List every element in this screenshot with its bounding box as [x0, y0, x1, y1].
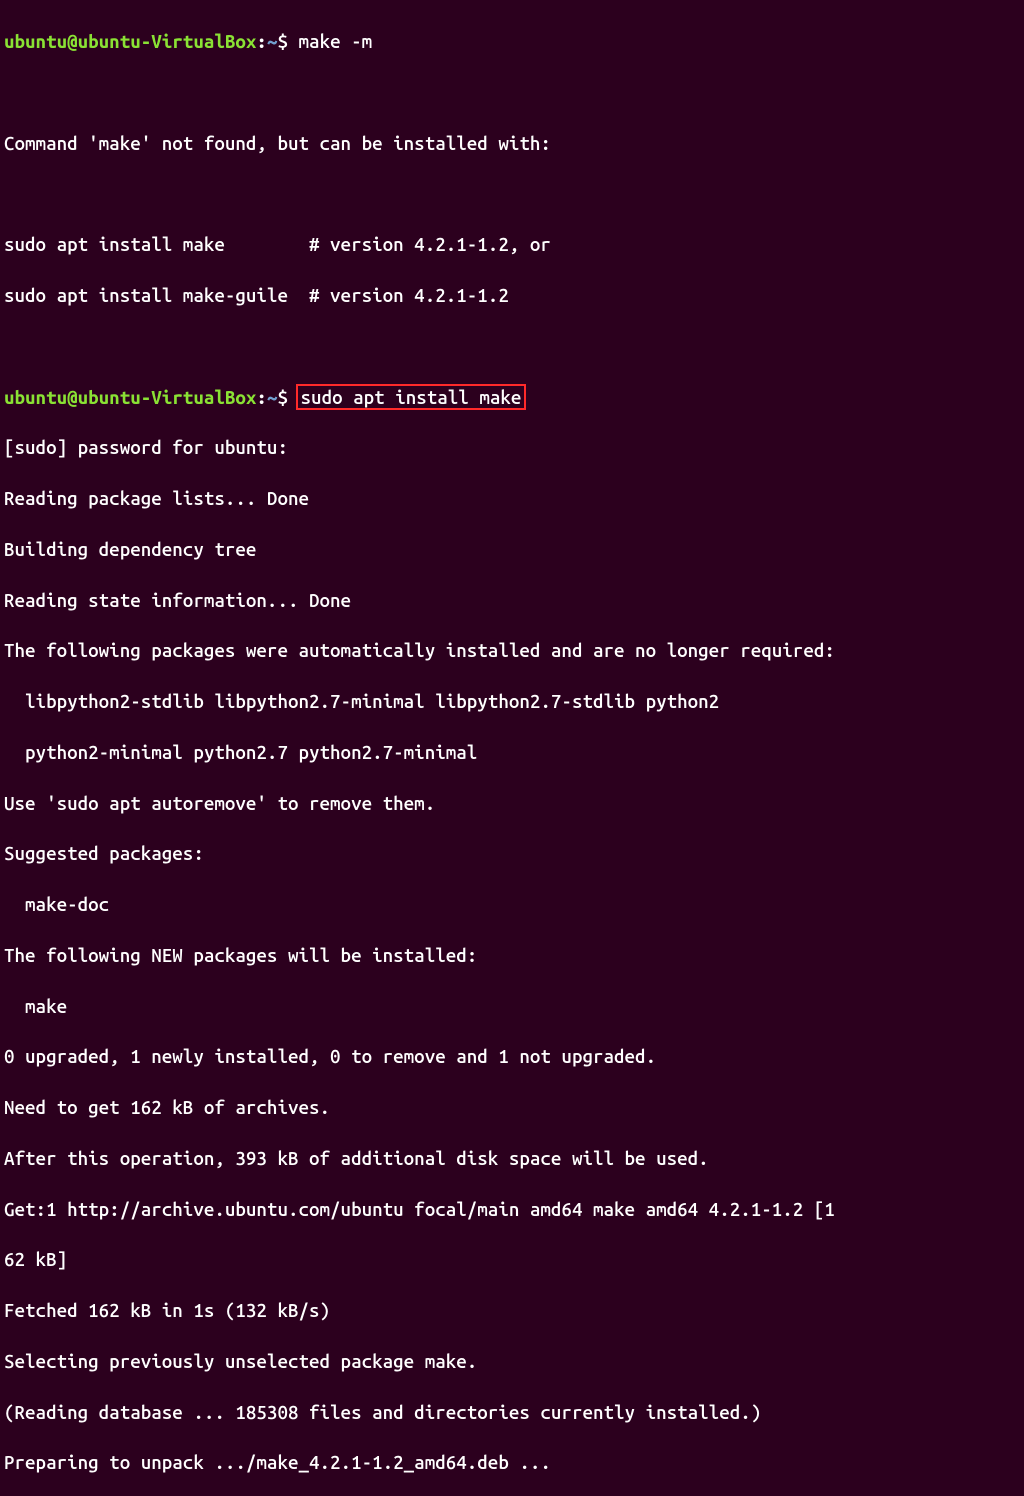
blank-line: [4, 80, 1020, 105]
output-line: make: [4, 994, 1020, 1019]
prompt-path: ~: [267, 386, 278, 408]
output-line: Use 'sudo apt autoremove' to remove them…: [4, 791, 1020, 816]
prompt-colon: :: [256, 30, 267, 52]
output-line: Command 'make' not found, but can be ins…: [4, 131, 1020, 156]
output-line: [sudo] password for ubuntu:: [4, 435, 1020, 460]
blank-line: [4, 182, 1020, 207]
terminal-output[interactable]: ubuntu@ubuntu-VirtualBox:~$ make -m Comm…: [4, 4, 1020, 1496]
output-line: Reading state information... Done: [4, 588, 1020, 613]
output-line: The following NEW packages will be insta…: [4, 943, 1020, 968]
prompt-colon: :: [256, 386, 267, 408]
command-1: make -m: [299, 30, 373, 52]
output-line: 0 upgraded, 1 newly installed, 0 to remo…: [4, 1044, 1020, 1069]
output-line: python2-minimal python2.7 python2.7-mini…: [4, 740, 1020, 765]
output-line: Reading package lists... Done: [4, 486, 1020, 511]
output-line: Building dependency tree: [4, 537, 1020, 562]
output-line: Need to get 162 kB of archives.: [4, 1095, 1020, 1120]
output-line: make-doc: [4, 892, 1020, 917]
output-line: After this operation, 393 kB of addition…: [4, 1146, 1020, 1171]
output-line: sudo apt install make-guile # version 4.…: [4, 283, 1020, 308]
output-line: libpython2-stdlib libpython2.7-minimal l…: [4, 689, 1020, 714]
prompt-line-1: ubuntu@ubuntu-VirtualBox:~$ make -m: [4, 29, 1020, 54]
output-line: sudo apt install make # version 4.2.1-1.…: [4, 232, 1020, 257]
output-line: 62 kB]: [4, 1247, 1020, 1272]
output-line: The following packages were automaticall…: [4, 638, 1020, 663]
prompt-path: ~: [267, 30, 278, 52]
blank-line: [4, 334, 1020, 359]
highlighted-command: sudo apt install make: [296, 384, 527, 410]
output-line: Get:1 http://archive.ubuntu.com/ubuntu f…: [4, 1197, 1020, 1222]
output-line: Selecting previously unselected package …: [4, 1349, 1020, 1374]
prompt-user: ubuntu@ubuntu-VirtualBox: [4, 386, 256, 408]
prompt-user: ubuntu@ubuntu-VirtualBox: [4, 30, 256, 52]
output-line: Preparing to unpack .../make_4.2.1-1.2_a…: [4, 1450, 1020, 1475]
output-line: Suggested packages:: [4, 841, 1020, 866]
prompt-dollar: $: [277, 30, 298, 52]
output-line: (Reading database ... 185308 files and d…: [4, 1400, 1020, 1425]
prompt-line-2: ubuntu@ubuntu-VirtualBox:~$ sudo apt ins…: [4, 385, 1020, 410]
output-line: Fetched 162 kB in 1s (132 kB/s): [4, 1298, 1020, 1323]
